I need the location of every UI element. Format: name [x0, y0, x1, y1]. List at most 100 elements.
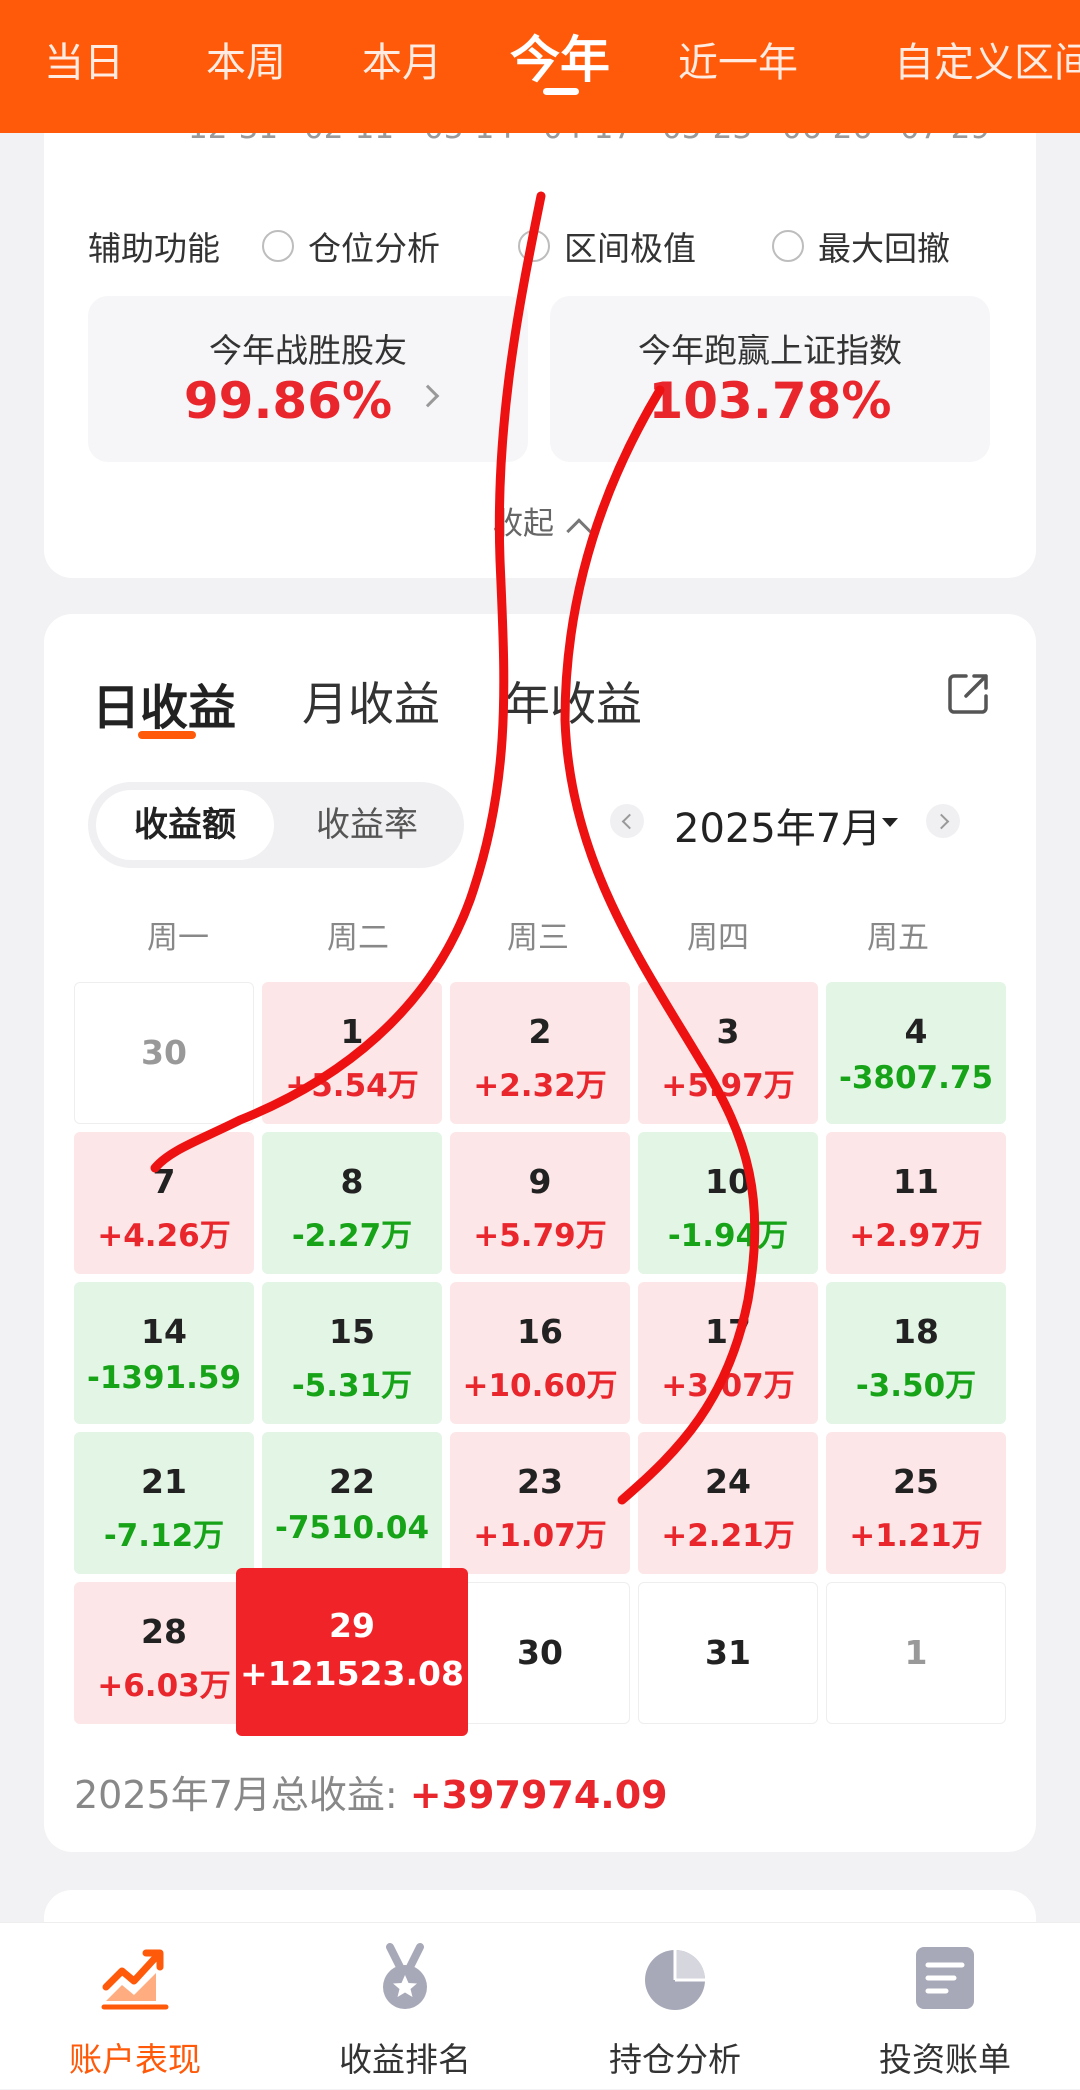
weekday-header: 周四	[687, 920, 749, 956]
radio-circle-icon	[772, 230, 804, 262]
calendar-day-cell[interactable]: 30	[450, 1582, 630, 1724]
calendar-day-cell[interactable]: 1	[826, 1582, 1006, 1724]
calendar-day-cell[interactable]: 7 +4.26万	[74, 1132, 254, 1274]
nav-label: 持仓分析	[609, 2040, 741, 2079]
calendar-day-number: 21	[141, 1462, 187, 1501]
nav-label: 账户表现	[69, 2040, 201, 2079]
calendar-day-cell[interactable]: 25 +1.21万	[826, 1432, 1006, 1574]
calendar-day-cell[interactable]: 18 -3.50万	[826, 1282, 1006, 1424]
calendar-day-earnings: +121523.08	[240, 1654, 464, 1693]
calendar-day-cell[interactable]: 17 +3.07万	[638, 1282, 818, 1424]
toggle-rate[interactable]: 收益率	[278, 790, 456, 860]
next-month-button[interactable]	[926, 804, 960, 838]
radio-position-analysis[interactable]: 仓位分析	[262, 222, 440, 270]
collapse-toggle[interactable]: 收起	[0, 498, 1080, 544]
calendar-day-earnings: +2.21万	[661, 1518, 795, 1554]
beat-friends-box[interactable]: 今年战胜股友 99.86%	[88, 296, 528, 462]
tab-daily-earnings[interactable]: 日收益	[92, 668, 236, 738]
calendar-day-cell[interactable]: 15 -5.31万	[262, 1282, 442, 1424]
calendar-day-cell[interactable]: 31	[638, 1582, 818, 1724]
calendar-day-earnings: -1.94万	[667, 1218, 789, 1254]
calendar-day-cell[interactable]: 4 -3807.75	[826, 982, 1006, 1124]
calendar-day-cell[interactable]: 3 +5.97万	[638, 982, 818, 1124]
nav-holdings-analysis[interactable]: 持仓分析	[540, 1923, 810, 2090]
tab-this-year[interactable]: 今年	[510, 20, 610, 92]
beat-friends-value: 99.86%	[183, 372, 393, 430]
tab-custom-range[interactable]: 自定义区间	[894, 30, 1080, 88]
nav-label: 投资账单	[879, 2040, 1011, 2079]
calendar-day-cell[interactable]: 21 -7.12万	[74, 1432, 254, 1574]
calendar-day-cell[interactable]: 24 +2.21万	[638, 1432, 818, 1574]
calendar-day-number: 1	[904, 1633, 928, 1672]
calendar-day-cell[interactable]: 11 +2.97万	[826, 1132, 1006, 1274]
aux-functions-label: 辅助功能	[88, 229, 220, 268]
share-icon[interactable]	[944, 670, 992, 718]
calendar-day-number: 8	[340, 1162, 364, 1201]
calendar-day-cell[interactable]: 14 -1391.59	[74, 1282, 254, 1424]
calendar-day-number: 3	[716, 1012, 740, 1051]
nav-account-performance[interactable]: 账户表现	[0, 1923, 270, 2090]
radio-max-drawdown[interactable]: 最大回撤	[772, 222, 950, 270]
calendar-day-earnings: +5.97万	[661, 1068, 795, 1104]
calendar-day-number: 17	[705, 1312, 751, 1351]
beat-index-value: 103.78%	[648, 372, 892, 430]
calendar-day-number: 16	[517, 1312, 563, 1351]
tab-last-year[interactable]: 近一年	[678, 30, 798, 88]
calendar-day-cell[interactable]: 8 -2.27万	[262, 1132, 442, 1274]
calendar-day-earnings: -3.50万	[855, 1368, 977, 1404]
calendar-day-cell[interactable]: 16 +10.60万	[450, 1282, 630, 1424]
calendar-day-earnings: +4.26万	[97, 1218, 231, 1254]
calendar-day-cell[interactable]: 2 +2.32万	[450, 982, 630, 1124]
calendar-day-cell[interactable]: 10 -1.94万	[638, 1132, 818, 1274]
month-selector[interactable]: 2025年7月	[674, 796, 881, 854]
nav-investment-statement[interactable]: 投资账单	[810, 1923, 1080, 2090]
calendar-day-cell[interactable]: 28 +6.03万	[74, 1582, 254, 1724]
tab-monthly-earnings[interactable]: 月收益	[302, 668, 440, 734]
calendar-day-number: 18	[893, 1312, 939, 1351]
monthly-total: 2025年7月总收益: +397974.09	[74, 1764, 668, 1819]
calendar-day-number: 2	[528, 1012, 552, 1051]
calendar-day-number: 11	[893, 1162, 939, 1201]
tab-this-week[interactable]: 本周	[206, 30, 286, 88]
radio-range-extremes[interactable]: 区间极值	[518, 222, 696, 270]
tab-yearly-earnings[interactable]: 年收益	[504, 668, 642, 734]
weekday-header: 周五	[867, 920, 929, 956]
calendar-day-number: 30	[517, 1633, 563, 1672]
calendar-day-earnings: +5.54万	[285, 1068, 419, 1104]
bottom-nav: 账户表现 收益排名 持仓分析 投资账单	[0, 1922, 1080, 2089]
calendar-day-cell[interactable]: 23 +1.07万	[450, 1432, 630, 1574]
calendar-day-earnings: -1391.59	[86, 1360, 242, 1396]
beat-index-title: 今年跑赢上证指数	[638, 331, 902, 370]
nav-earnings-ranking[interactable]: 收益排名	[270, 1923, 540, 2090]
aux-functions-row: 辅助功能 仓位分析 区间极值 最大回撤	[88, 222, 1008, 268]
calendar-day-number: 14	[141, 1312, 187, 1351]
calendar-day-cell[interactable]: 22 -7510.04	[262, 1432, 442, 1574]
calendar-day-earnings: -7510.04	[274, 1510, 430, 1546]
calendar-day-earnings: +3.07万	[661, 1368, 795, 1404]
calendar-day-number: 1	[340, 1012, 364, 1051]
tab-this-month[interactable]: 本月	[362, 30, 442, 88]
calendar-day-number: 30	[141, 1033, 187, 1072]
document-list-icon	[916, 1947, 974, 2009]
tab-today[interactable]: 当日	[44, 30, 124, 88]
amount-rate-toggle: 收益额 收益率	[88, 782, 464, 868]
calendar-day-number: 24	[705, 1462, 751, 1501]
radio-label: 最大回撤	[818, 229, 950, 268]
calendar-day-number: 10	[705, 1162, 751, 1201]
monthly-total-label: 2025年7月总收益:	[74, 1773, 398, 1817]
calendar-day-number: 15	[329, 1312, 375, 1351]
beat-friends-title: 今年战胜股友	[209, 331, 407, 370]
calendar-day-cell[interactable]: 1 +5.54万	[262, 982, 442, 1124]
calendar-day-cell[interactable]: 30	[74, 982, 254, 1124]
weekday-header: 周三	[507, 920, 569, 956]
period-tab-bar: 当日 本周 本月 今年 近一年 自定义区间	[0, 0, 1080, 133]
calendar-day-earnings: -5.31万	[291, 1368, 413, 1404]
active-tab-indicator	[543, 88, 579, 95]
calendar-day-cell[interactable]: 29 +121523.08	[236, 1568, 468, 1736]
prev-month-button[interactable]	[610, 804, 644, 838]
month-navigator: 2025年7月	[610, 796, 970, 852]
calendar-day-cell[interactable]: 9 +5.79万	[450, 1132, 630, 1274]
toggle-amount[interactable]: 收益额	[96, 790, 274, 860]
chevron-up-icon	[566, 518, 592, 544]
calendar-day-earnings: +1.21万	[849, 1518, 983, 1554]
